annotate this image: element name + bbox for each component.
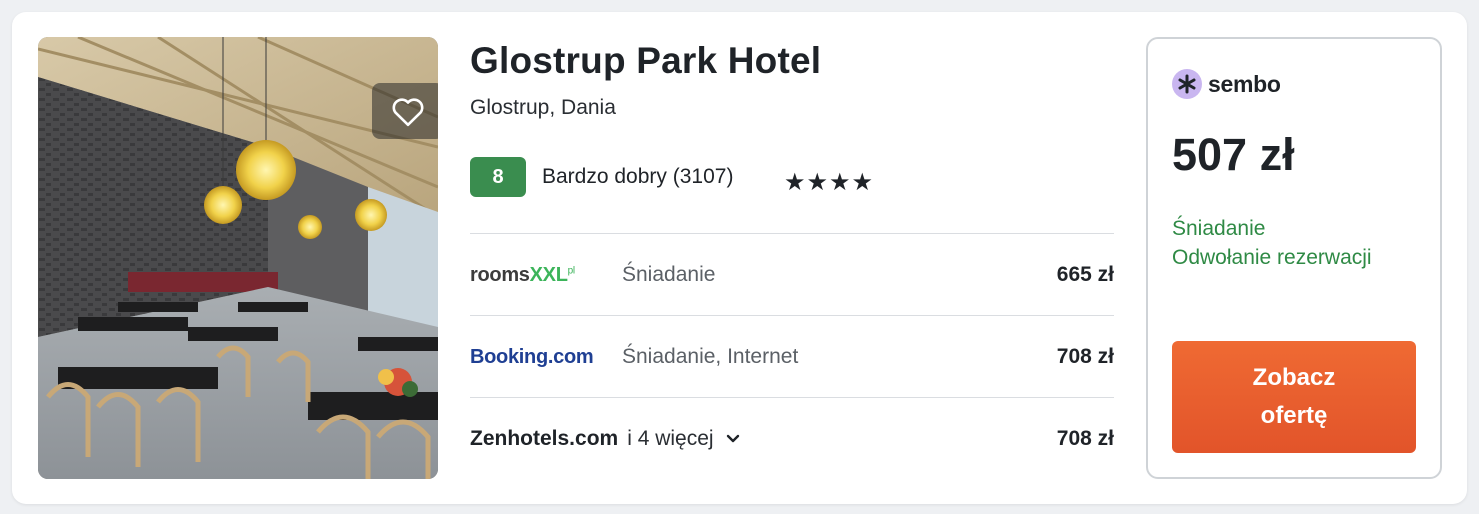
offer-row-zenhotels[interactable]: Zenhotels.com i 4 więcej 708 zł	[470, 419, 1114, 459]
offer-row-booking[interactable]: Booking.com Śniadanie, Internet 708 zł	[470, 337, 1114, 377]
sembo-logo: sembo	[1172, 69, 1281, 99]
view-offer-label-line2: ofertę	[1260, 402, 1328, 429]
sembo-logo-text: sembo	[1208, 70, 1281, 97]
offer-price: 708 zł	[1056, 427, 1114, 450]
hotel-location: Glostrup, Dania	[470, 96, 616, 119]
deal-perk: Odwołanie rezerwacji	[1172, 246, 1372, 269]
offer-amenities: Śniadanie	[622, 263, 716, 286]
sembo-logo-icon	[1172, 69, 1202, 99]
offer-price: 665 zł	[1056, 263, 1114, 286]
view-offer-label-line1: Zobacz	[1252, 363, 1336, 391]
offer-amenities: Śniadanie, Internet	[622, 345, 799, 368]
offer-row-roomsxxl[interactable]: roomsXXLpl Śniadanie 665 zł	[470, 255, 1114, 295]
roomsxxl-logo: roomsXXLpl	[470, 263, 575, 286]
zenhotels-provider-name: Zenhotels.com	[470, 427, 619, 450]
divider	[470, 397, 1114, 398]
heart-outline-icon	[392, 98, 424, 127]
deal-perk: Śniadanie	[1172, 217, 1266, 240]
booking-logo: Booking.com	[470, 345, 594, 368]
view-offer-button[interactable]: Zobacz ofertę	[1172, 341, 1416, 453]
divider	[470, 315, 1114, 316]
hotel-photo[interactable]	[38, 37, 438, 479]
more-offers-label: i 4 więcej	[627, 427, 714, 450]
star-rating: ★★★★	[784, 169, 875, 196]
offer-price: 708 zł	[1056, 345, 1114, 368]
divider	[470, 233, 1114, 234]
hotel-name[interactable]: Glostrup Park Hotel	[470, 40, 821, 82]
rating-score-badge: 8	[470, 157, 526, 197]
favorite-button[interactable]	[372, 83, 438, 139]
more-offers-toggle[interactable]: i 4 więcej	[627, 427, 739, 451]
rating-text[interactable]: Bardzo dobry (3107)	[542, 165, 733, 189]
deal-price: 507 zł	[1172, 129, 1295, 180]
chevron-down-icon	[726, 434, 739, 443]
best-deal-panel: sembo 507 zł Śniadanie Odwołanie rezerwa…	[1146, 37, 1442, 479]
hotel-card: Glostrup Park Hotel Glostrup, Dania 8 Ba…	[12, 12, 1467, 504]
